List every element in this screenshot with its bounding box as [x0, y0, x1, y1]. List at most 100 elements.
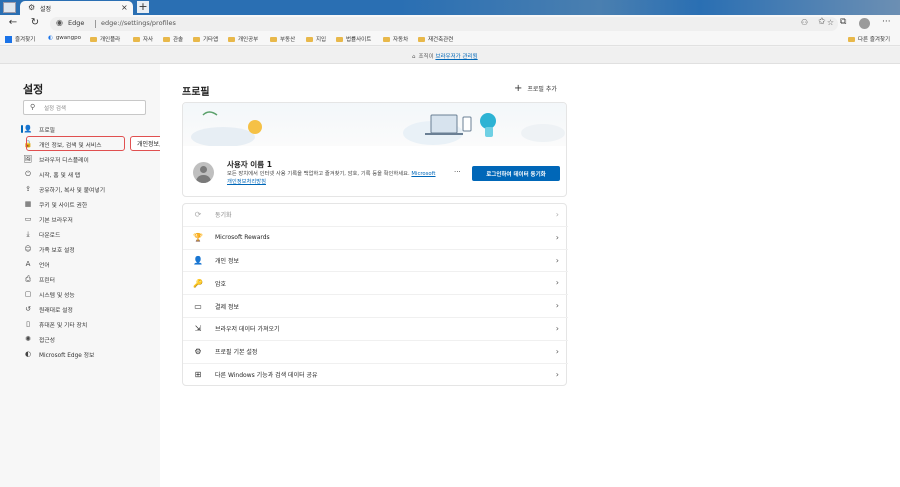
settings-sidebar: 설정 ⚲ 설정 검색 👤 프로필 🔒 개인 정보, 검색 및 서비스 🖼 브라우저 디… — [0, 64, 160, 487]
row-profile-preferences[interactable]: ⚙ 프로필 기본 설정 › — [183, 341, 568, 364]
more-icon[interactable]: ··· — [882, 17, 891, 27]
sidebar-item-system[interactable]: ▢ 시스템 및 성능 — [23, 287, 153, 301]
search-icon: ⚲ — [30, 103, 36, 111]
favorites-icon[interactable]: ✩ — [818, 17, 826, 27]
sidebar-item-family[interactable]: ☺ 가족 보호 설정 — [23, 242, 153, 256]
sidebar-item-cookies[interactable]: ▦ 쿠키 및 사이트 권한 — [23, 197, 153, 211]
row-import-data[interactable]: ⇲ 브라우저 데이터 가져오기 › — [183, 318, 568, 341]
row-windows-share[interactable]: ⊞ 다른 Windows 기능과 검색 데이터 공유 › — [183, 364, 568, 387]
sync-icon: ⟳ — [194, 210, 202, 220]
address-url[interactable]: edge://settings/profiles — [101, 19, 176, 27]
sidebar-item-accessibility[interactable]: ✺ 접근성 — [23, 332, 153, 346]
row-rewards[interactable]: 🏆 Microsoft Rewards › — [183, 227, 568, 250]
bookmark-folder[interactable]: 자동차 — [383, 35, 408, 43]
accessibility-icon: ✺ — [25, 335, 31, 343]
cookies-icon: ▦ — [24, 200, 32, 208]
bookmarks-bar: 즐겨찾기 ◐ gwangpo 개인플라 자사 관솔 기타앱 개인공부 부동산 지입… — [0, 33, 900, 46]
folder-icon — [306, 36, 313, 42]
power-icon: ⏻ — [25, 169, 31, 178]
profile-name: 사용자 이름 1 — [227, 160, 272, 169]
bookmark-folder[interactable]: 지입 — [306, 35, 326, 43]
sidebar-item-phone[interactable]: ▯ 휴대폰 및 기타 장치 — [23, 317, 153, 331]
row-personal-info[interactable]: 👤 개인 정보 › — [183, 250, 568, 273]
favorite-star-icon[interactable]: ☆ — [827, 18, 834, 27]
folder-icon — [848, 36, 855, 42]
bookmark-folder[interactable]: 자사 — [133, 35, 153, 43]
sidebar-item-languages[interactable]: A 언어 — [23, 257, 153, 271]
sidebar-item-downloads[interactable]: ⤓ 다운로드 — [23, 227, 153, 241]
chevron-right-icon: › — [555, 255, 559, 265]
sidebar-title: 설정 — [23, 83, 44, 96]
sign-in-sync-button[interactable]: 로그인하여 데이터 동기화 — [472, 166, 560, 181]
edge-logo-icon: ◉ — [56, 18, 63, 27]
apps-icon — [5, 35, 12, 43]
collections-icon[interactable]: ⧉ — [840, 17, 846, 27]
plus-icon: + — [514, 83, 523, 94]
bookmark-folder[interactable]: 개인공부 — [228, 35, 258, 43]
browser-icon: ▭ — [24, 215, 32, 223]
row-payment-info[interactable]: ▭ 결제 정보 › — [183, 295, 568, 318]
browser-label: Edge — [68, 19, 85, 27]
profile-avatar-icon[interactable] — [859, 18, 870, 29]
tab-settings[interactable]: ⚙ 설정 × — [20, 1, 133, 15]
windows-icon: ⊞ — [194, 370, 202, 380]
sidebar-item-reset[interactable]: ↺ 원래대로 설정 — [23, 302, 153, 316]
sidebar-item-about[interactable]: ◐ Microsoft Edge 정보 — [23, 347, 153, 361]
page-title: 프로필 — [182, 87, 210, 98]
bookmark-folder[interactable]: 부동산 — [270, 35, 295, 43]
share-icon: ⇪ — [25, 185, 31, 193]
settings-icon: ⚙ — [194, 347, 202, 357]
row-sync[interactable]: ⟳ 동기화 › — [183, 204, 568, 227]
sidebar-item-profiles[interactable]: 👤 프로필 — [21, 122, 153, 136]
download-icon: ⤓ — [26, 229, 30, 238]
edge-icon: ◐ — [24, 350, 32, 358]
bookmark-folder[interactable]: 재건축관련 — [418, 35, 453, 43]
back-icon[interactable]: ← — [6, 17, 20, 28]
trophy-icon: 🏆 — [193, 233, 203, 243]
profile-description: 모든 장치에서 인터넷 사용 기록을 백업하고 즐겨찾기, 암호, 기록 등을 … — [227, 171, 436, 185]
gear-icon: ⚙ — [28, 3, 36, 12]
tab-title: 설정 — [40, 6, 52, 13]
bookmark-folder[interactable]: 기타앱 — [193, 35, 218, 43]
bookmark-folder[interactable]: 법률사이트 — [336, 35, 371, 43]
folder-icon — [228, 36, 235, 42]
profile-more-button[interactable]: ··· — [454, 168, 461, 176]
address-divider — [95, 20, 96, 28]
close-tab-icon[interactable]: × — [121, 3, 128, 12]
folder-icon — [336, 36, 343, 42]
desktop-background — [400, 0, 900, 15]
settings-search-input[interactable]: ⚲ 설정 검색 — [23, 100, 146, 115]
chevron-right-icon: › — [555, 301, 559, 311]
bookmark-folder[interactable]: 관솔 — [163, 35, 183, 43]
phone-icon: ▯ — [26, 320, 30, 328]
search-placeholder: 설정 검색 — [44, 106, 66, 112]
sidebar-item-start-home[interactable]: ⏻ 시작, 홈 및 새 탭 — [23, 167, 153, 181]
sidebar-item-printers[interactable]: ⎙ 프린터 — [23, 272, 153, 286]
sidebar-item-share-copy[interactable]: ⇪ 공유하기, 복사 및 붙여넣기 — [23, 182, 153, 196]
bookmark-item[interactable]: ◐ gwangpo — [48, 35, 81, 41]
other-favorites[interactable]: 다른 즐겨찾기 — [848, 35, 890, 43]
chevron-right-icon: › — [555, 346, 559, 356]
managed-link[interactable]: 브라우저가 관리됨 — [435, 54, 477, 60]
folder-icon — [90, 36, 97, 42]
add-profile-button[interactable]: + 프로필 추가 — [514, 83, 557, 94]
sidebar-item-appearance[interactable]: 🖼 브라우저 디스플레이 — [23, 152, 153, 166]
bookmark-folder[interactable]: 개인플라 — [90, 35, 120, 43]
chevron-right-icon: › — [555, 369, 559, 379]
folder-icon — [133, 36, 140, 42]
row-passwords[interactable]: 🔑 암호 › — [183, 272, 568, 296]
folder-icon — [418, 36, 425, 42]
refresh-icon[interactable]: ↻ — [28, 17, 42, 28]
managed-infobar: ⌂ 조직이 브라우저가 관리됨 — [0, 47, 900, 64]
sync-illustration — [191, 111, 565, 147]
chevron-right-icon: › — [555, 324, 559, 333]
chevron-right-icon: › — [555, 278, 559, 288]
card-icon: ▭ — [194, 301, 202, 311]
sidebar-item-default-browser[interactable]: ▭ 기본 브라우저 — [23, 212, 153, 226]
window-menu-button[interactable] — [3, 2, 16, 13]
folder-icon — [270, 36, 277, 42]
bookmark-item[interactable]: 즐겨찾기 — [5, 35, 35, 43]
address-bar[interactable]: ◉ Edge edge://settings/profiles ⚇ ☆ — [50, 17, 838, 31]
new-tab-button[interactable]: + — [137, 1, 149, 13]
read-aloud-icon[interactable]: ⚇ — [801, 18, 808, 27]
